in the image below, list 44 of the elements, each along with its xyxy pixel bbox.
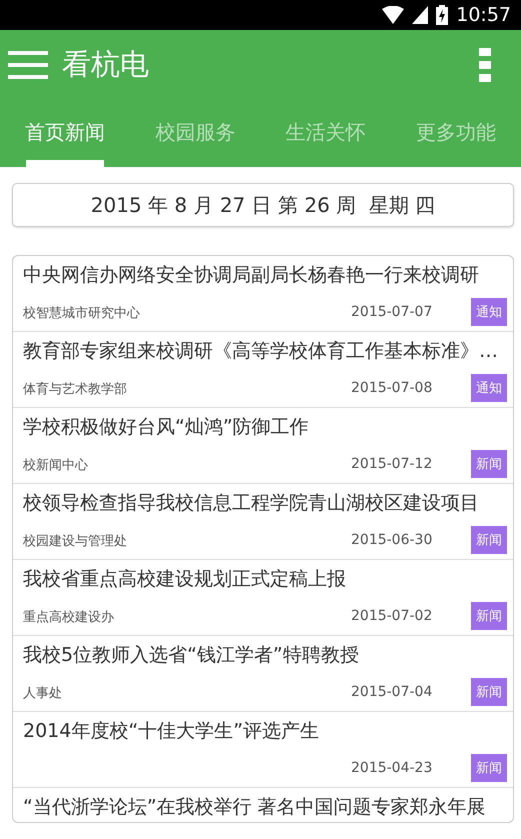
news-date: 2015-07-04 — [351, 684, 434, 700]
news-item[interactable]: “当代浙学论坛”在我校举行 著名中国问题专家郑永年展 — [13, 788, 513, 822]
news-item[interactable]: 中央网信办网络安全协调局副局长杨春艳一行来校调研 校智慧城市研究中心 2015-07-07 通知 — [13, 256, 513, 332]
news-title: 校领导检查指导我校信息工程学院青山湖校区建设项目 — [23, 490, 480, 516]
news-title: 我校5位教师入选省“钱江学者”特聘教授 — [23, 642, 360, 668]
news-source: 重点高校建设办 — [23, 610, 114, 624]
news-date: 2015-07-08 — [351, 380, 434, 396]
news-tag: 通知 — [471, 374, 507, 402]
news-date: 2015-07-07 — [351, 304, 434, 320]
signal-icon — [412, 6, 428, 24]
news-item[interactable]: 我校5位教师入选省“钱江学者”特聘教授 人事处 2015-07-04 新闻 — [13, 636, 513, 712]
wifi-icon — [382, 6, 404, 24]
news-tag: 新闻 — [471, 450, 507, 478]
app-title: 看杭电 — [62, 46, 150, 83]
news-title: “当代浙学论坛”在我校举行 著名中国问题专家郑永年展 — [23, 795, 487, 820]
menu-icon[interactable] — [8, 51, 48, 79]
news-date: 2015-06-30 — [351, 532, 434, 548]
news-tag: 新闻 — [471, 678, 507, 706]
date-banner: 2015 年 8 月 27 日 第 26 周 星期 四 — [12, 183, 514, 227]
news-date: 2015-07-12 — [351, 456, 434, 472]
news-item[interactable]: 校领导检查指导我校信息工程学院青山湖校区建设项目 校园建设与管理处 2015-06-30 新闻 — [13, 484, 513, 560]
news-tag: 新闻 — [471, 754, 507, 782]
news-source: 校智慧城市研究中心 — [23, 306, 140, 320]
news-date: 2015-07-02 — [351, 608, 434, 624]
news-item[interactable]: 学校积极做好台风“灿鸿”防御工作 校新闻中心 2015-07-12 新闻 — [13, 408, 513, 484]
overflow-menu-icon[interactable] — [479, 48, 491, 82]
news-tag: 新闻 — [471, 526, 507, 554]
status-time: 10:57 — [456, 4, 511, 26]
news-item[interactable]: 教育部专家组来校调研《高等学校体育工作基本标准》… 体育与艺术教学部 2015-07-08 通知 — [13, 332, 513, 408]
news-source: 人事处 — [23, 686, 62, 700]
news-source: 体育与艺术教学部 — [23, 382, 127, 396]
news-tag: 新闻 — [471, 602, 507, 630]
news-source: 校新闻中心 — [23, 458, 88, 472]
news-title: 2014年度校“十佳大学生”评选产生 — [23, 718, 320, 744]
news-item[interactable]: 2014年度校“十佳大学生”评选产生 2015-04-23 新闻 — [13, 712, 513, 788]
news-title: 教育部专家组来校调研《高等学校体育工作基本标准》… — [23, 338, 499, 364]
news-source: 校园建设与管理处 — [23, 534, 127, 548]
news-title: 我校省重点高校建设规划正式定稿上报 — [23, 566, 347, 592]
battery-charging-icon — [436, 5, 448, 25]
news-title: 中央网信办网络安全协调局副局长杨春艳一行来校调研 — [23, 262, 480, 288]
news-date: 2015-04-23 — [351, 760, 434, 776]
news-title: 学校积极做好台风“灿鸿”防御工作 — [23, 414, 310, 440]
news-item[interactable]: 我校省重点高校建设规划正式定稿上报 重点高校建设办 2015-07-02 新闻 — [13, 560, 513, 636]
news-tag: 通知 — [471, 298, 507, 326]
